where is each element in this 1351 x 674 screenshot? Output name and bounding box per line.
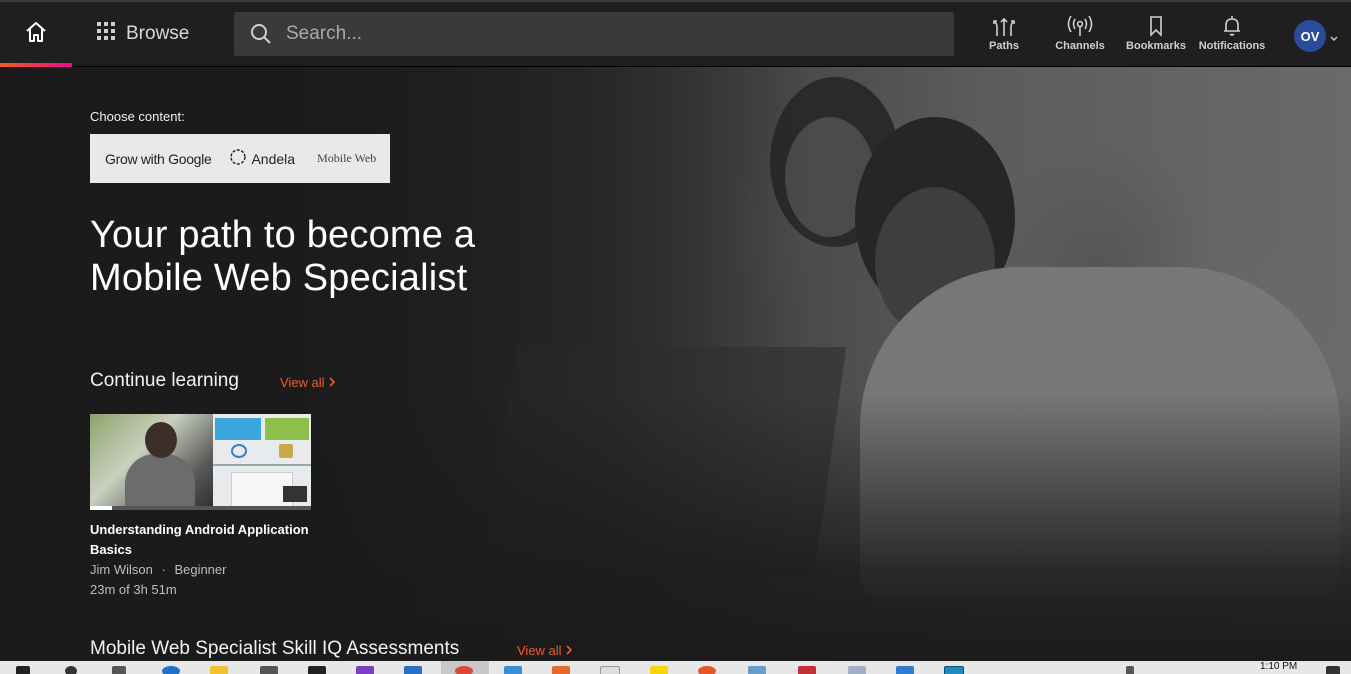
thumbnail-slides <box>213 414 311 510</box>
task-view-icon[interactable] <box>112 666 126 674</box>
search-bar[interactable] <box>234 12 954 56</box>
nav-paths[interactable]: Paths <box>966 12 1042 62</box>
slide-block-blue <box>215 418 261 440</box>
meta-separator: · <box>161 562 166 577</box>
outlook-icon[interactable] <box>404 666 422 674</box>
app-icon[interactable] <box>600 666 620 674</box>
nav-channels-label: Channels <box>1055 40 1105 52</box>
notification-center-icon[interactable] <box>1326 666 1340 674</box>
home-button[interactable] <box>0 2 72 67</box>
nav-notifications[interactable]: Notifications <box>1194 12 1270 62</box>
bookmark-icon <box>1146 12 1166 40</box>
bell-icon <box>1222 12 1242 40</box>
browse-label: Browse <box>126 23 190 44</box>
clock[interactable]: 1:10 PM <box>1260 661 1297 673</box>
windows-start-icon[interactable] <box>16 666 30 674</box>
course-author: Jim Wilson <box>90 562 153 577</box>
continue-learning-title: Continue learning <box>90 370 239 391</box>
grid-icon <box>96 21 116 47</box>
app-icon[interactable] <box>798 666 816 674</box>
andela-label: Andela <box>251 150 296 167</box>
grow-with-google-logo: Grow with Google <box>105 150 212 167</box>
app-icon[interactable] <box>504 666 522 674</box>
slide-block-green <box>265 418 309 440</box>
channels-icon <box>1067 12 1093 40</box>
slide-target-icon <box>231 444 247 458</box>
chevron-down-icon[interactable] <box>1329 30 1339 48</box>
assessments-title: Mobile Web Specialist Skill IQ Assessmen… <box>90 638 460 659</box>
chevron-right-icon <box>565 643 573 658</box>
tray-icon[interactable] <box>1126 666 1134 674</box>
nav-bookmarks[interactable]: Bookmarks <box>1118 12 1194 62</box>
slide-trophy-icon <box>279 444 293 458</box>
app-icon[interactable] <box>552 666 570 674</box>
choose-content-label: Choose content: <box>90 109 185 124</box>
search-icon <box>250 23 272 45</box>
app-icon[interactable] <box>748 666 766 674</box>
app-icon[interactable] <box>698 666 716 674</box>
nav-bookmarks-label: Bookmarks <box>1126 40 1186 52</box>
view-all-label: View all <box>517 643 562 658</box>
course-level: Beginner <box>174 562 227 577</box>
thumbnail-photo <box>90 414 213 510</box>
visual-studio-icon[interactable] <box>356 666 374 674</box>
partner-logos: Grow with Google Andela Mobile Web <box>90 134 390 183</box>
thumbnail-person-body <box>125 454 195 510</box>
file-explorer-icon[interactable] <box>210 666 228 674</box>
view-all-label: View all <box>280 375 325 390</box>
course-title[interactable]: Understanding Android Application Basics <box>90 520 312 560</box>
course-progress-track <box>90 506 311 510</box>
avatar[interactable]: OV <box>1294 20 1326 52</box>
nav-paths-label: Paths <box>989 40 1019 52</box>
course-progress-text: 23m of 3h 51m <box>90 582 177 597</box>
browse-button[interactable]: Browse <box>96 16 189 52</box>
course-progress-bar <box>90 506 113 510</box>
search-input[interactable] <box>284 22 888 46</box>
course-card[interactable]: Understanding Android Application Basics… <box>90 414 312 600</box>
assessments-view-all-link[interactable]: View all <box>517 643 573 658</box>
course-meta: Jim Wilson · Beginner <box>90 560 312 580</box>
app-icon[interactable] <box>944 666 964 674</box>
hero-section: Choose content: Grow with Google Andela … <box>0 67 1351 661</box>
app-icon[interactable] <box>308 666 326 674</box>
search-taskbar-icon[interactable] <box>65 666 77 674</box>
course-thumbnail[interactable] <box>90 414 311 510</box>
paths-icon <box>992 12 1016 40</box>
os-taskbar: 1:10 PM <box>0 661 1351 674</box>
top-nav: Browse Paths Channels Bookmarks Notifica… <box>0 0 1351 67</box>
store-icon[interactable] <box>260 666 278 674</box>
app-icon[interactable] <box>848 666 866 674</box>
edge-icon[interactable] <box>162 666 180 674</box>
home-icon <box>24 20 48 49</box>
slide-device <box>283 486 307 502</box>
nav-channels[interactable]: Channels <box>1042 12 1118 62</box>
slide-divider <box>213 464 311 466</box>
chrome-icon[interactable] <box>455 666 473 674</box>
andela-icon <box>229 148 247 169</box>
chevron-right-icon <box>328 375 336 390</box>
app-icon[interactable] <box>896 666 914 674</box>
andela-logo: Andela <box>229 148 295 169</box>
page-title: Your path to become a Mobile Web Special… <box>90 214 476 299</box>
continue-learning-view-all-link[interactable]: View all <box>280 375 336 390</box>
sticky-notes-icon[interactable] <box>650 666 668 674</box>
thumbnail-person-head <box>145 422 177 458</box>
mobile-web-logo: Mobile Web <box>317 151 377 165</box>
nav-notifications-label: Notifications <box>1198 40 1266 52</box>
